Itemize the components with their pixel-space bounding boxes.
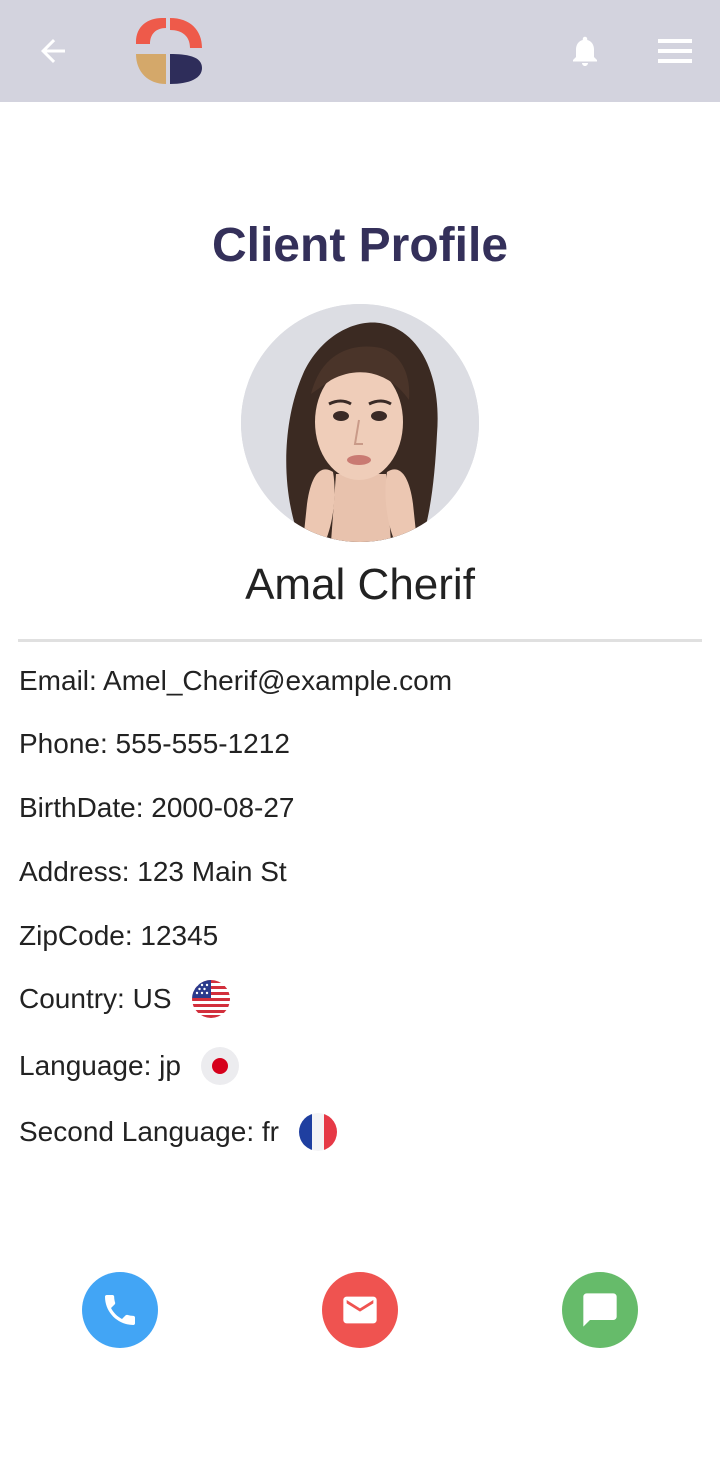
- message-button[interactable]: [562, 1272, 638, 1348]
- client-name: Amal Cherif: [245, 560, 475, 609]
- country-text: Country: US: [19, 983, 172, 1014]
- top-app-bar: [0, 0, 720, 102]
- second-language-row: Second Language: fr: [19, 1112, 337, 1152]
- phone-text: Phone: 555-555-1212: [19, 728, 290, 759]
- birthdate-row: BirthDate: 2000-08-27: [19, 788, 295, 828]
- address-row: Address: 123 Main St: [19, 852, 287, 892]
- language-text: Language: jp: [19, 1050, 181, 1081]
- divider: [18, 639, 702, 642]
- client-avatar: [241, 304, 479, 542]
- bell-icon: [573, 36, 597, 66]
- birthdate-text: BirthDate: 2000-08-27: [19, 792, 295, 823]
- menu-button[interactable]: [652, 28, 698, 74]
- country-row: Country: US: [19, 979, 230, 1019]
- zipcode-row: ZipCode: 12345: [19, 916, 218, 956]
- hamburger-menu-icon: [658, 39, 692, 63]
- language-row: Language: jp: [19, 1046, 239, 1086]
- notifications-button[interactable]: [563, 28, 607, 74]
- page-title: Client Profile: [211, 219, 509, 272]
- us-flag-icon: [191, 980, 230, 1018]
- back-button[interactable]: [30, 28, 76, 74]
- zipcode-text: ZipCode: 12345: [19, 920, 219, 951]
- arrow-left-icon: [41, 39, 65, 63]
- japan-flag-icon: [200, 1047, 239, 1085]
- client-profile-screen: Client Profile Amal Cherif Email: Amel_C…: [0, 0, 720, 1463]
- call-button[interactable]: [82, 1272, 158, 1348]
- phone-icon: [105, 1295, 135, 1325]
- email-button[interactable]: [322, 1272, 398, 1348]
- email-text: Email: Amel_Cherif@example.com: [19, 665, 453, 696]
- phone-row: Phone: 555-555-1212: [19, 724, 290, 764]
- address-text: Address: 123 Main St: [19, 856, 287, 887]
- app-logo: [130, 14, 208, 88]
- email-row: Email: Amel_Cherif@example.com: [19, 661, 452, 701]
- chat-icon: [583, 1293, 617, 1327]
- france-flag-icon: [298, 1113, 337, 1151]
- second-language-text: Second Language: fr: [19, 1116, 279, 1147]
- mail-icon: [343, 1296, 377, 1324]
